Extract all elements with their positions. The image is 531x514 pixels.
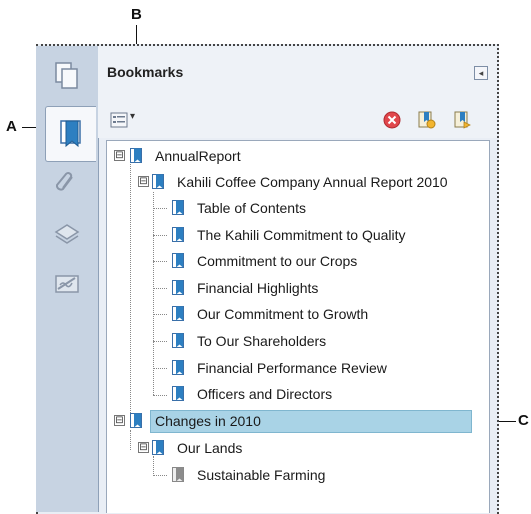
bookmark-icon bbox=[130, 148, 142, 163]
bookmark-item-commitment-quality[interactable]: The Kahili Commitment to Quality bbox=[172, 225, 409, 245]
bookmark-label: Our Commitment to Growth bbox=[197, 306, 369, 322]
bookmark-label: Changes in 2010 bbox=[152, 412, 264, 430]
bookmarks-toolbar bbox=[98, 98, 497, 138]
bookmark-label: Sustainable Farming bbox=[197, 467, 326, 483]
bookmark-label: Table of Contents bbox=[197, 200, 306, 216]
signature-icon bbox=[55, 275, 79, 293]
bookmarks-button[interactable] bbox=[45, 106, 96, 162]
bookmark-item-changes-2010[interactable]: Changes in 2010 bbox=[130, 411, 264, 431]
bookmark-icon bbox=[172, 306, 184, 321]
bookmark-item-financial-performance[interactable]: Financial Performance Review bbox=[172, 358, 390, 378]
tree-guide-line bbox=[153, 235, 167, 236]
signatures-button[interactable] bbox=[49, 266, 85, 302]
expand-bookmark-button[interactable] bbox=[452, 110, 472, 130]
tree-guide-line bbox=[153, 314, 167, 315]
bookmark-item-commitment-crops[interactable]: Commitment to our Crops bbox=[172, 251, 360, 271]
bookmark-item-officers[interactable]: Officers and Directors bbox=[172, 384, 335, 404]
tree-guide-line bbox=[153, 475, 167, 476]
bookmark-label: Kahili Coffee Company Annual Report 2010 bbox=[177, 174, 448, 190]
bookmark-label: Commitment to our Crops bbox=[197, 253, 358, 269]
tree-guide-line bbox=[153, 341, 167, 342]
bookmark-icon bbox=[172, 253, 184, 268]
tree-guide-line bbox=[153, 288, 167, 289]
paperclip-icon bbox=[55, 172, 73, 191]
collapse-toggle[interactable]: ⊟ bbox=[114, 150, 125, 161]
navigation-pane-strip bbox=[36, 46, 99, 512]
bookmark-label: To Our Shareholders bbox=[197, 333, 327, 349]
bookmark-label: AnnualReport bbox=[155, 148, 241, 164]
delete-icon bbox=[383, 111, 401, 129]
new-bookmark-icon bbox=[418, 111, 436, 129]
bookmark-icon bbox=[60, 120, 81, 148]
expand-bookmark-icon bbox=[454, 111, 471, 129]
tree-guide-line bbox=[153, 368, 167, 369]
bookmark-icon bbox=[172, 467, 184, 482]
bookmark-icon bbox=[152, 440, 164, 455]
bookmark-item-sustainable-farming[interactable]: Sustainable Farming bbox=[172, 465, 328, 485]
callout-a-label: A bbox=[6, 118, 17, 135]
panel-title: Bookmarks bbox=[107, 64, 184, 80]
bookmark-item-our-lands[interactable]: Our Lands bbox=[152, 438, 245, 458]
bookmark-icon bbox=[172, 360, 184, 375]
bookmark-item-table-of-contents[interactable]: Table of Contents bbox=[172, 198, 309, 218]
bookmark-icon bbox=[172, 200, 184, 215]
bookmark-label: The Kahili Commitment to Quality bbox=[197, 227, 406, 243]
bookmark-item-shareholders[interactable]: To Our Shareholders bbox=[172, 331, 329, 351]
options-menu-button[interactable] bbox=[110, 110, 130, 130]
tree-guide-line bbox=[153, 261, 167, 262]
attachments-button[interactable] bbox=[49, 166, 85, 202]
collapse-toggle[interactable]: ⊟ bbox=[138, 442, 149, 453]
layers-icon bbox=[54, 224, 80, 244]
tree-guide-line bbox=[153, 395, 167, 396]
callout-c-label: C bbox=[518, 412, 529, 429]
bookmark-item-kahili-report[interactable]: Kahili Coffee Company Annual Report 2010 bbox=[152, 172, 451, 192]
bookmark-icon bbox=[172, 280, 184, 295]
bookmark-label: Our Lands bbox=[177, 440, 243, 456]
collapse-toggle[interactable]: ⊟ bbox=[138, 176, 149, 187]
new-bookmark-button[interactable] bbox=[416, 110, 436, 130]
bookmark-item-annualreport[interactable]: AnnualReport bbox=[130, 146, 244, 166]
tree-guide-line bbox=[153, 192, 154, 395]
delete-bookmark-button[interactable] bbox=[382, 110, 402, 130]
options-list-icon bbox=[110, 112, 128, 128]
pages-button[interactable] bbox=[49, 58, 85, 94]
bookmark-icon bbox=[172, 227, 184, 242]
collapse-toggle[interactable]: ⊟ bbox=[114, 415, 125, 426]
bookmark-label: Financial Highlights bbox=[197, 280, 319, 296]
bookmark-item-commitment-growth[interactable]: Our Commitment to Growth bbox=[172, 304, 371, 324]
tree-guide-line bbox=[153, 208, 167, 209]
bookmark-icon bbox=[130, 413, 142, 428]
callout-b-label: B bbox=[131, 6, 142, 23]
bookmark-icon bbox=[172, 333, 184, 348]
bookmark-label: Financial Performance Review bbox=[197, 360, 387, 376]
pages-icon bbox=[55, 62, 78, 89]
layers-button[interactable] bbox=[49, 216, 85, 252]
chevron-down-icon[interactable]: ▾ bbox=[130, 111, 135, 122]
bookmark-label: Officers and Directors bbox=[197, 386, 333, 402]
bookmark-item-financial-highlights[interactable]: Financial Highlights bbox=[172, 278, 321, 298]
collapse-panel-button[interactable]: ◂ bbox=[474, 66, 488, 80]
tree-guide-line bbox=[130, 161, 131, 421]
bookmark-icon bbox=[152, 174, 164, 189]
tree-guide-line bbox=[130, 430, 131, 450]
tree-guide-line bbox=[153, 456, 154, 476]
bookmark-icon bbox=[172, 386, 184, 401]
